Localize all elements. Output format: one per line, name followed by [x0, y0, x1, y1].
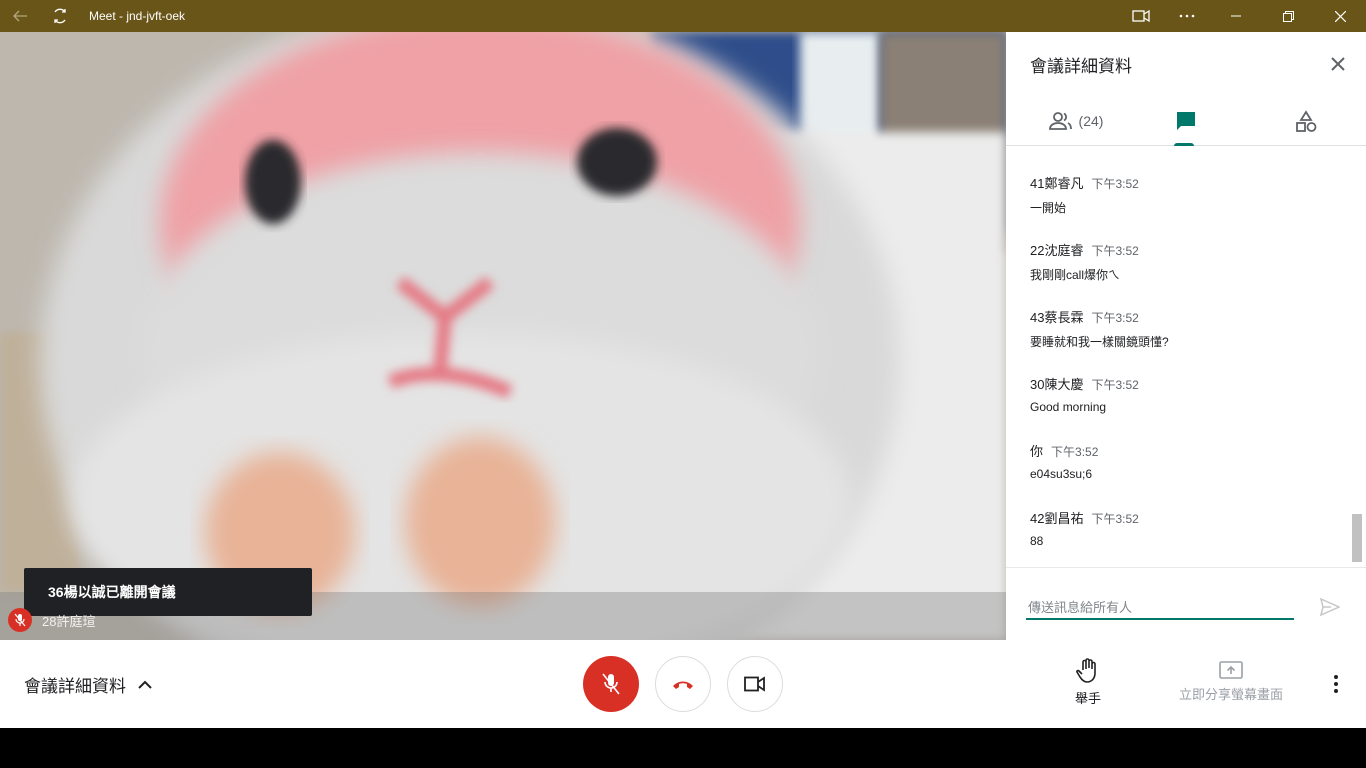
chat-message: 你下午3:52 e04su3su;6	[1030, 441, 1330, 481]
message-text: 要睡就和我一樣關鏡頭懂?	[1030, 335, 1169, 349]
chat-message: 42劉昌祐 下午3:52 88	[1030, 508, 1330, 548]
refresh-button[interactable]	[40, 0, 80, 32]
people-icon	[1048, 112, 1072, 130]
more-options-button[interactable]	[1324, 670, 1348, 698]
panel-title: 會議詳細資料	[1030, 57, 1132, 76]
people-count: (24)	[1078, 113, 1104, 129]
meeting-details-toggle[interactable]: 會議詳細資料	[24, 672, 152, 697]
chat-messages: 41鄭睿凡 下午3:52 一開始 22沈庭睿 下午3:52 我剛剛call爆你ㄟ 4…	[1006, 147, 1366, 567]
message-text: 我剛剛call爆你ㄟ	[1030, 268, 1121, 282]
raise-hand-button[interactable]: 舉手	[1060, 658, 1116, 707]
video-feed: 36楊以誠已離開會議 28許庭瑄	[0, 32, 1006, 640]
present-label: 立即分享螢幕畫面	[1178, 687, 1283, 702]
mic-off-icon	[14, 613, 26, 627]
arrow-left-icon	[13, 10, 27, 22]
meeting-details-label: 會議詳細資料	[24, 677, 126, 696]
message-sender: 41鄭睿凡	[1030, 176, 1084, 191]
participant-tag: 28許庭瑄	[8, 608, 95, 632]
send-icon	[1320, 598, 1340, 616]
video-icon	[1132, 9, 1150, 23]
mic-off-icon	[602, 673, 620, 695]
message-sender: 22沈庭睿	[1030, 243, 1084, 258]
refresh-icon	[54, 8, 66, 24]
more-horizontal-icon	[1179, 14, 1195, 18]
present-screen-icon	[1219, 661, 1243, 679]
restore-button[interactable]	[1262, 0, 1314, 32]
activities-icon	[1296, 110, 1317, 132]
panel-tabs: (24)	[1006, 96, 1366, 146]
chat-message: 41鄭睿凡 下午3:52 一開始	[1030, 173, 1330, 216]
video-camera-icon	[744, 676, 765, 692]
chevron-up-icon	[138, 680, 152, 689]
raise-hand-label: 舉手	[1074, 691, 1101, 706]
cast-button[interactable]	[1118, 0, 1164, 32]
close-window-button[interactable]	[1314, 0, 1366, 32]
chat-message: 30陳大慶 下午3:52 Good morning	[1030, 374, 1330, 414]
toast-text: 36楊以誠已離開會議	[48, 584, 176, 600]
close-icon	[1331, 57, 1345, 71]
message-text: e04su3su;6	[1030, 467, 1093, 481]
tab-activities[interactable]	[1276, 96, 1336, 146]
message-time: 下午3:52	[1091, 378, 1139, 392]
message-sender: 43蔡長霖	[1030, 310, 1084, 325]
message-sender: 42劉昌祐	[1030, 511, 1084, 526]
chat-scrollbar[interactable]	[1352, 514, 1362, 562]
chat-message-input[interactable]	[1026, 596, 1294, 620]
chat-compose	[1006, 567, 1366, 640]
phone-hangup-icon	[673, 681, 693, 689]
leave-call-button[interactable]	[655, 656, 711, 712]
video-frame-image	[0, 32, 1006, 640]
message-text: Good morning	[1030, 400, 1107, 414]
chat-message: 22沈庭睿 下午3:52 我剛剛call爆你ㄟ	[1030, 240, 1330, 283]
minimize-button[interactable]	[1210, 0, 1262, 32]
restore-icon	[1282, 10, 1294, 22]
meeting-details-panel: 會議詳細資料 (24) 41鄭睿凡 下午3:52 一開始 22沈庭睿 下午3:52 …	[1006, 32, 1366, 640]
message-sender: 你	[1030, 444, 1044, 459]
active-tab-indicator	[1174, 143, 1194, 146]
muted-indicator	[8, 608, 32, 632]
participant-name: 28許庭瑄	[42, 613, 96, 629]
close-icon	[1334, 10, 1346, 22]
message-time: 下午3:52	[1051, 445, 1099, 459]
message-time: 下午3:52	[1091, 244, 1139, 258]
message-time: 下午3:52	[1091, 512, 1139, 526]
more-options-button[interactable]	[1164, 0, 1210, 32]
minimize-icon	[1231, 15, 1241, 17]
microphone-toggle-button[interactable]	[583, 656, 639, 712]
message-text: 88	[1030, 534, 1044, 548]
call-controls-bar: 會議詳細資料 舉手 立即分享螢幕畫面	[0, 640, 1366, 728]
window-title: Meet - jnd-jvft-oek	[89, 9, 186, 23]
chat-message: 43蔡長霖 下午3:52 要睡就和我一樣關鏡頭懂?	[1030, 307, 1330, 350]
close-panel-button[interactable]	[1326, 52, 1350, 76]
present-now-button[interactable]: 立即分享螢幕畫面	[1170, 660, 1292, 703]
taskbar-area	[0, 728, 1366, 768]
camera-toggle-button[interactable]	[727, 656, 783, 712]
message-time: 下午3:52	[1091, 177, 1139, 191]
title-bar: Meet - jnd-jvft-oek	[0, 0, 1366, 32]
tab-chat[interactable]	[1156, 96, 1216, 146]
tab-people[interactable]: (24)	[1026, 96, 1126, 146]
message-sender: 30陳大慶	[1030, 377, 1084, 392]
message-text: 一開始	[1030, 201, 1067, 215]
more-vertical-icon	[1334, 675, 1338, 693]
message-time: 下午3:52	[1091, 311, 1139, 325]
chat-icon	[1177, 112, 1195, 130]
hand-icon	[1076, 658, 1096, 683]
back-button[interactable]	[0, 0, 40, 32]
send-button[interactable]	[1318, 595, 1342, 619]
